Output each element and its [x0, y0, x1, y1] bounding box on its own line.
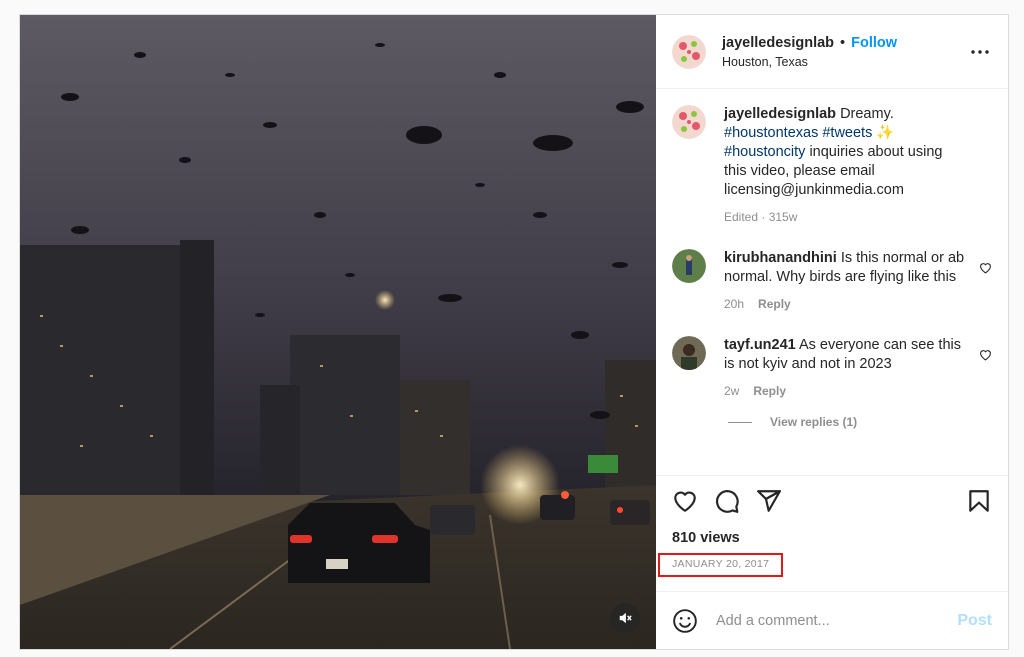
save-button[interactable]: [966, 488, 992, 514]
commenter-avatar-image: [672, 336, 706, 370]
comment-username[interactable]: tayf.un241: [724, 337, 796, 353]
like-comment-button[interactable]: [979, 348, 992, 366]
author-avatar-image: [672, 105, 706, 139]
more-options-icon: [971, 49, 989, 54]
action-icons: [672, 488, 992, 514]
add-comment-bar: Post: [656, 591, 1008, 649]
view-replies-line: [728, 421, 752, 423]
commenter-avatar[interactable]: [672, 336, 706, 370]
sparkles-emoji: ✨: [876, 125, 895, 141]
comment-item: tayf.un241 As everyone can see this is n…: [672, 336, 992, 401]
separator-dot: •: [840, 34, 846, 51]
comment-meta: 2w Reply: [724, 382, 966, 401]
commenter-avatar[interactable]: [672, 249, 706, 283]
emoji-icon: [673, 608, 697, 633]
author-avatar[interactable]: [672, 34, 706, 69]
hashtag-link[interactable]: #houstoncity: [724, 144, 805, 160]
heart-icon: [674, 491, 696, 512]
caption-edited-time: Edited · 315w: [724, 210, 798, 224]
share-icon: [757, 490, 781, 512]
like-button[interactable]: [672, 488, 698, 514]
like-comment-button[interactable]: [979, 261, 992, 279]
comment-item: kirubhanandhini Is this normal or ab nor…: [672, 249, 992, 314]
comment-username[interactable]: kirubhanandhini: [724, 250, 837, 266]
comment-button[interactable]: [714, 488, 740, 514]
author-avatar-image: [672, 34, 706, 69]
video-frame: [20, 15, 656, 649]
view-count[interactable]: 810 views: [672, 530, 992, 546]
emoji-button[interactable]: [672, 608, 698, 634]
author-username[interactable]: jayelledesignlab: [722, 35, 834, 51]
post-comment-button[interactable]: Post: [957, 612, 992, 630]
view-replies-label: View replies (1): [770, 415, 858, 429]
caption-username[interactable]: jayelledesignlab: [724, 106, 836, 122]
post-location[interactable]: Houston, Texas: [722, 55, 968, 69]
caption: jayelledesignlab Dreamy. #houstontexas #…: [672, 105, 992, 227]
commenter-avatar-image: [672, 249, 706, 283]
post-side-panel: jayelledesignlab • Follow Houston, Texas: [656, 15, 1008, 649]
comment-time[interactable]: 2w: [724, 382, 739, 401]
more-options-button[interactable]: [968, 40, 992, 64]
share-button[interactable]: [756, 488, 782, 514]
comment-meta: 20h Reply: [724, 295, 966, 314]
speaker-muted-icon: [619, 612, 632, 624]
heart-icon: [980, 350, 991, 361]
mute-toggle-button[interactable]: [610, 603, 640, 633]
post-header: jayelledesignlab • Follow Houston, Texas: [656, 15, 1008, 89]
post-container: jayelledesignlab • Follow Houston, Texas: [19, 14, 1009, 650]
post-actions: 810 views JANUARY 20, 2017: [656, 475, 1008, 591]
reply-button[interactable]: Reply: [758, 295, 791, 314]
comment-time[interactable]: 20h: [724, 295, 744, 314]
post-video[interactable]: [20, 15, 656, 649]
hashtag-link[interactable]: #houstontexas: [724, 125, 818, 141]
follow-button[interactable]: Follow: [851, 35, 897, 51]
comment-input[interactable]: [714, 611, 958, 630]
view-replies-button[interactable]: View replies (1): [728, 415, 992, 429]
comment-icon: [716, 490, 739, 513]
heart-icon: [980, 263, 991, 274]
bookmark-icon: [969, 490, 989, 512]
author-info: jayelledesignlab • Follow Houston, Texas: [722, 35, 968, 69]
author-avatar-small[interactable]: [672, 105, 706, 139]
comments-section[interactable]: jayelledesignlab Dreamy. #houstontexas #…: [656, 89, 1008, 475]
post-date[interactable]: JANUARY 20, 2017: [658, 553, 784, 577]
reply-button[interactable]: Reply: [753, 382, 786, 401]
hashtag-link[interactable]: #tweets: [822, 125, 872, 141]
caption-text: Dreamy.: [840, 106, 894, 122]
caption-meta: Edited · 315w: [724, 208, 962, 227]
